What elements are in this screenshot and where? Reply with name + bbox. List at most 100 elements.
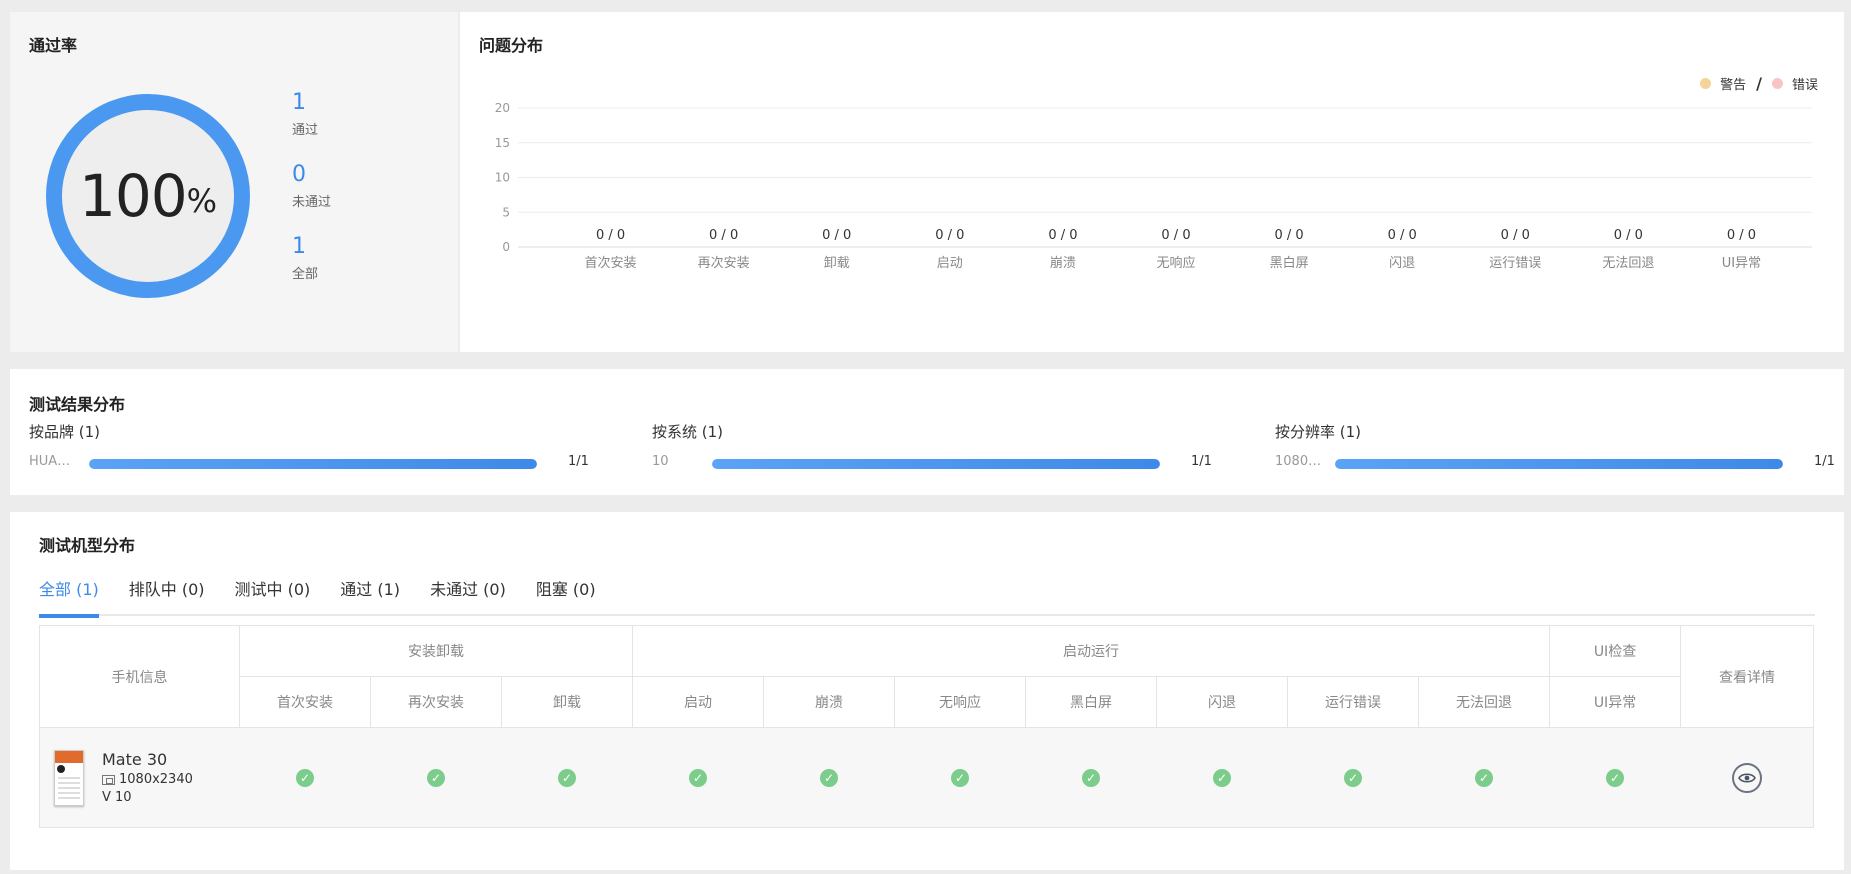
tab-blocked[interactable]: 阻塞 (0) [536, 564, 596, 616]
legend-warning-label[interactable]: 警告 [1720, 74, 1746, 93]
dist-item-name: 10 [652, 454, 669, 469]
result-distribution-panel: 测试结果分布 按品牌 (1) HUA… 1/1 按系统 (1) 10 1/1 按… [10, 369, 1844, 495]
pass-check-icon: ✓ [558, 768, 576, 787]
data-label: 0 / 0 [1388, 228, 1417, 243]
detail-cell [1680, 727, 1814, 828]
dist-progress-fill [89, 459, 537, 469]
pass-check-icon: ✓ [689, 768, 707, 787]
data-label: 0 / 0 [1048, 228, 1077, 243]
pass-check-icon: ✓ [1344, 768, 1362, 787]
result-cell: ✓ [1156, 727, 1288, 828]
tab-passed[interactable]: 通过 (1) [340, 564, 400, 616]
y-tick-label: 10 [495, 171, 510, 185]
result-distribution-title: 测试结果分布 [29, 395, 126, 414]
stat-passed-label: 通过 [292, 123, 319, 138]
detail-header: 查看详情 [1680, 625, 1815, 728]
dist-progress-bar [712, 459, 1160, 469]
dist-by-resolution-heading: 按分辨率 (1) [1275, 423, 1362, 441]
stat-failed: 0 未通过 [292, 162, 331, 210]
legend-warning-dot [1700, 78, 1712, 89]
pass-check-icon: ✓ [296, 768, 314, 787]
data-label: 0 / 0 [1161, 228, 1190, 243]
data-label: 0 / 0 [596, 228, 625, 243]
pass-check-icon: ✓ [1475, 768, 1493, 787]
tab-testing[interactable]: 测试中 (0) [235, 564, 311, 616]
view-details-button[interactable] [1731, 762, 1762, 793]
group-header-runtime: 启动运行 [631, 625, 1551, 677]
tab-queued[interactable]: 排队中 (0) [129, 564, 205, 616]
y-tick-label: 15 [495, 136, 510, 150]
column-header: 无法回退 [1417, 676, 1551, 728]
y-tick-label: 20 [495, 101, 510, 115]
column-header: 无响应 [894, 676, 1026, 728]
group-header-ui: UI检查 [1549, 625, 1682, 677]
result-cell: ✓ [632, 727, 764, 828]
data-label: 0 / 0 [709, 228, 738, 243]
device-distribution-panel: 测试机型分布 全部 (1) 排队中 (0) 测试中 (0) 通过 (1) 未通过… [10, 512, 1844, 870]
data-label: 0 / 0 [1501, 228, 1530, 243]
pass-rate-panel: 通过率 100 % 1 通过 0 未通过 1 全部 [10, 12, 458, 352]
x-tick-label: 崩溃 [1050, 256, 1076, 271]
result-cell: ✓ [763, 727, 895, 828]
stat-total: 1 全部 [292, 234, 318, 282]
dist-progress-fill [712, 459, 1160, 469]
data-label: 0 / 0 [935, 228, 964, 243]
stat-failed-value: 0 [292, 162, 306, 187]
group-header-install: 安装卸载 [239, 625, 633, 677]
dist-by-brand: 按品牌 (1) HUA… 1/1 [29, 421, 589, 474]
result-cell: ✓ [894, 727, 1026, 828]
result-cell: ✓ [1549, 727, 1681, 828]
data-label: 0 / 0 [822, 228, 851, 243]
pass-check-icon: ✓ [1606, 768, 1625, 787]
column-header: UI异常 [1549, 676, 1682, 728]
tab-all[interactable]: 全部 (1) [39, 564, 99, 618]
issue-chart: 0 5 10 15 20 0 / 0 首次安装 0 / 0 再次安装 0 / 0 卸载 0 / 0 启动… [495, 101, 1812, 271]
column-header: 崩溃 [763, 676, 895, 728]
dist-row: 1080… 1/1 [1275, 454, 1835, 474]
pass-check-icon: ✓ [1213, 768, 1231, 787]
phone-screenshot-thumbnail[interactable] [54, 749, 84, 806]
table-group-header-row: 手机信息 安装卸载 启动运行 UI检查 查看详情 [39, 625, 1815, 728]
dist-item-value: 1/1 [1814, 454, 1835, 469]
data-label: 0 / 0 [1274, 228, 1303, 243]
phone-resolution-value: 1080x2340 [119, 772, 193, 787]
stat-total-label: 全部 [292, 267, 319, 282]
dist-item-value: 1/1 [1191, 454, 1212, 469]
pass-rate-value: 100 % [44, 92, 252, 300]
column-header: 卸载 [501, 676, 633, 728]
phone-info-cell: Mate 30 1080x2340 V 10 [39, 727, 240, 828]
dist-item-name: HUA… [29, 454, 71, 469]
x-tick-label: 无法回退 [1602, 256, 1654, 271]
column-header: 启动 [632, 676, 764, 728]
device-distribution-title: 测试机型分布 [39, 536, 136, 555]
legend-error-label[interactable]: 错误 [1792, 74, 1818, 93]
x-tick-label: 运行错误 [1489, 256, 1541, 271]
x-tick-label: 闪退 [1389, 256, 1415, 271]
x-tick-label: 黑白屏 [1270, 255, 1309, 271]
x-tick-label: UI异常 [1722, 256, 1761, 271]
x-tick-label: 再次安装 [698, 255, 750, 271]
column-header: 首次安装 [239, 676, 371, 728]
eye-icon [1737, 772, 1756, 783]
pass-check-icon: ✓ [427, 768, 445, 787]
pass-rate-title: 通过率 [29, 36, 78, 55]
issue-distribution-panel: 0 5 10 15 20 0 / 0 首次安装 0 / 0 再次安装 0 / 0 卸载 0 / 0 启动… [460, 12, 1844, 352]
table-column-header-row: 首次安装 再次安装 卸载 启动 崩溃 无响应 黑白屏 闪退 运行错误 无法回退 … [40, 676, 1814, 728]
result-cell: ✓ [370, 727, 502, 828]
x-tick-label: 无响应 [1156, 255, 1195, 271]
result-cell: ✓ [1287, 727, 1419, 828]
issue-distribution-title: 问题分布 [479, 36, 544, 55]
pass-check-icon: ✓ [951, 768, 969, 787]
column-header: 黑白屏 [1025, 676, 1157, 728]
y-tick-label: 0 [502, 240, 510, 254]
x-tick-label: 启动 [937, 256, 963, 271]
stat-total-value: 1 [292, 234, 306, 259]
phone-os-version: V 10 [102, 790, 132, 805]
dist-progress-bar [89, 459, 537, 469]
tab-failed[interactable]: 未通过 (0) [430, 564, 506, 616]
pass-check-icon: ✓ [1082, 768, 1100, 787]
stat-failed-label: 未通过 [292, 195, 332, 210]
column-header: 再次安装 [370, 676, 502, 728]
result-cell: ✓ [1418, 727, 1550, 828]
dist-by-brand-heading: 按品牌 (1) [29, 423, 101, 441]
